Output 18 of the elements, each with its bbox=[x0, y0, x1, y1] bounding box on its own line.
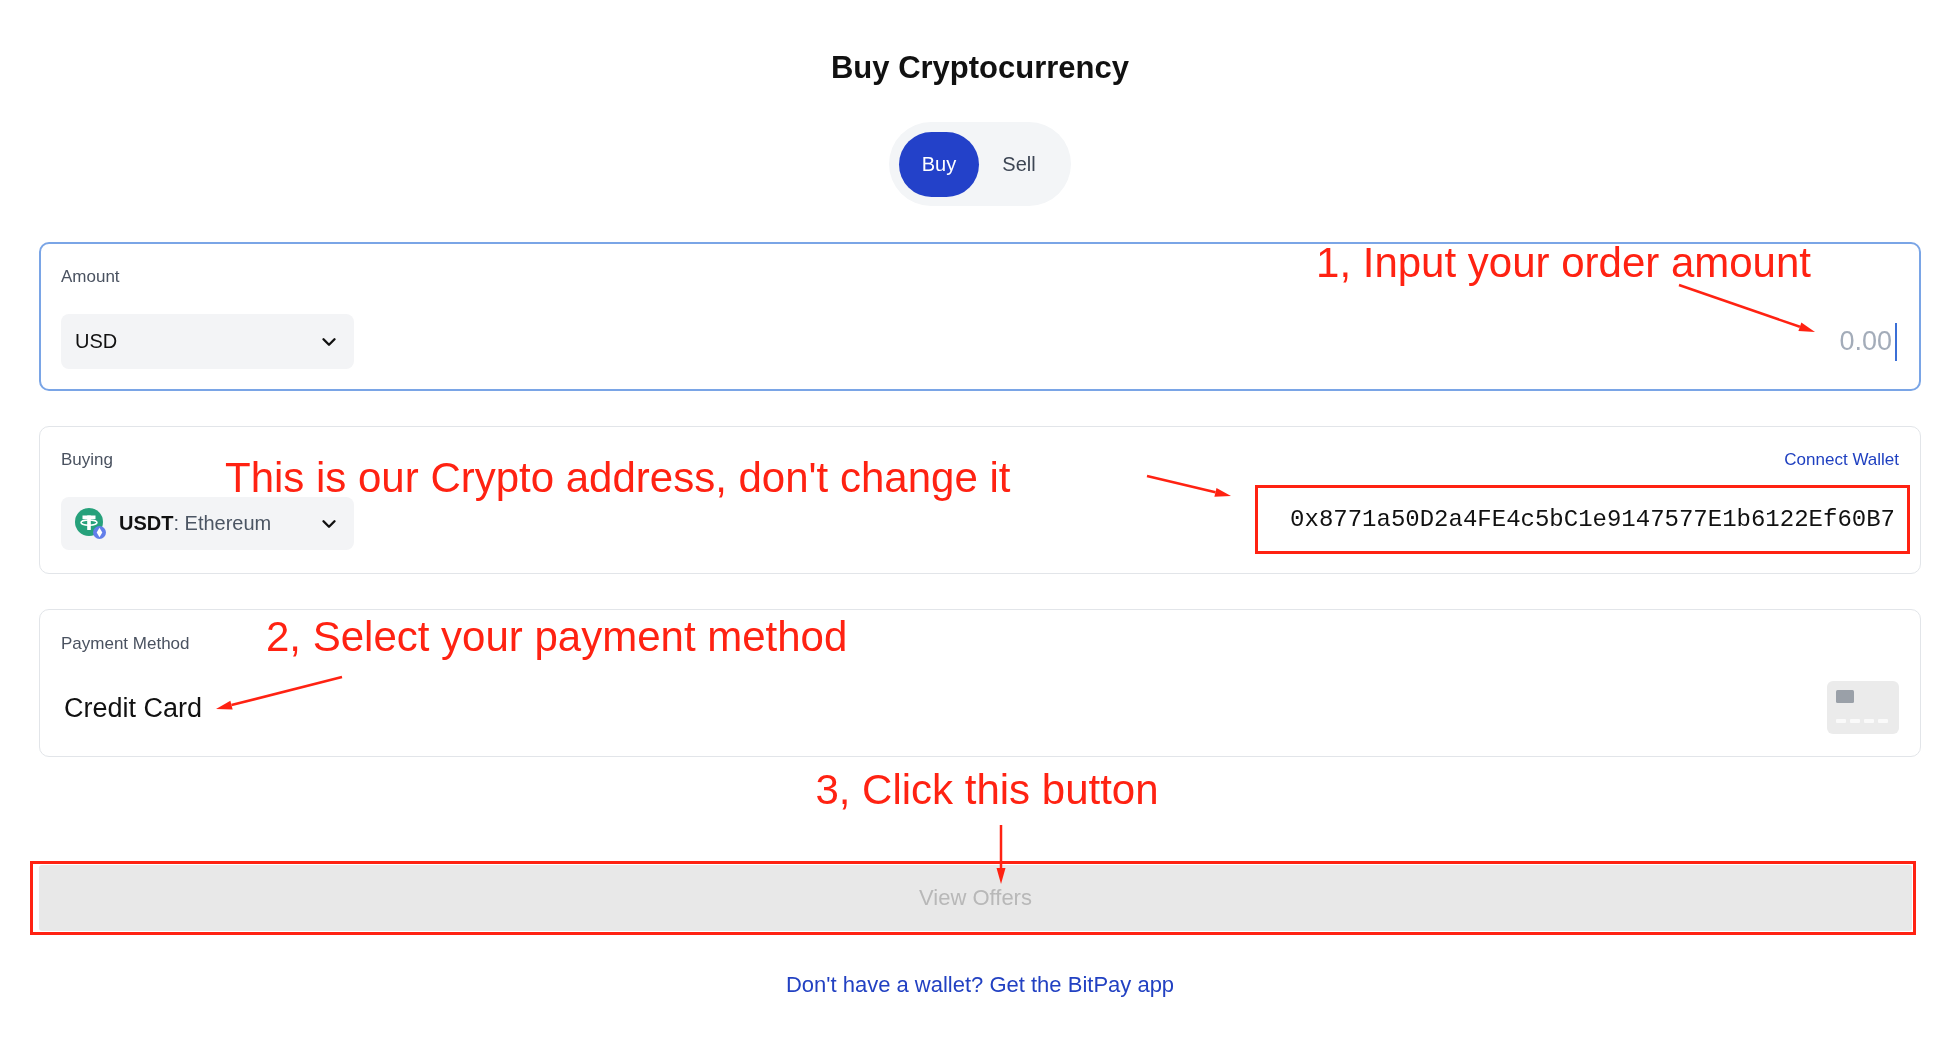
get-app-link[interactable]: Don't have a wallet? Get the BitPay app bbox=[785, 970, 1175, 1000]
payment-method-text: Credit Card bbox=[64, 691, 203, 725]
annotation-text: 2, Select your payment method bbox=[266, 615, 848, 659]
annotation-text: This is our Crypto address, don't change it bbox=[225, 456, 1011, 500]
asset-select[interactable]: USDT: Ethereum bbox=[61, 497, 354, 550]
credit-card-icon bbox=[1827, 681, 1899, 734]
annotation-text: 3, Click this button bbox=[815, 768, 1159, 812]
page-title: Buy Cryptocurrency bbox=[831, 49, 1129, 87]
annotation-text: 1, Input your order amount bbox=[1316, 241, 1811, 285]
field-label: Buying bbox=[61, 449, 113, 471]
mode-tab[interactable]: Buy bbox=[899, 131, 979, 197]
field-label: Payment Method bbox=[61, 633, 190, 655]
address-input[interactable]: 0x8771a50D2a4FE4c5bC1e9147577E1b6122Ef60B7 bbox=[1255, 485, 1910, 554]
mode-tab[interactable]: Sell bbox=[979, 131, 1059, 197]
field-label: Amount bbox=[61, 266, 120, 288]
currency-select[interactable]: USD bbox=[61, 314, 354, 369]
connect-wallet-link[interactable]: Connect Wallet bbox=[1784, 449, 1899, 471]
coin-icon bbox=[75, 508, 106, 539]
